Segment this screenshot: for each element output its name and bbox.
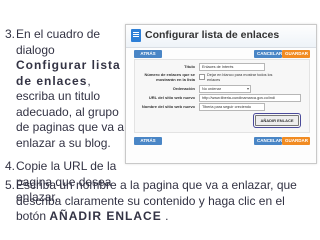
top-cancel-button[interactable]: CANCELAR [254,50,282,58]
step-3-body: En el cuadro de dialogo Configurar lista… [16,27,125,151]
url-label: URL del sitio web nuevo [148,95,195,100]
dialog-header: Configurar lista de enlaces [126,25,316,48]
top-back-button[interactable]: ATRÁS [134,50,162,58]
bottom-back-button[interactable]: ATRÁS [134,137,162,145]
dialog-title: Configurar lista de enlaces [145,29,280,41]
count-label: Número de enlaces que se mostrarán en la… [144,72,195,82]
step-5: 5. Escriba un nombre a la pagina que va … [5,178,305,225]
count-hint: Dejar en blanco para mostrar todos los e… [207,73,273,82]
title-input[interactable]: Enlaces de Interés [199,63,265,71]
step-3-text-before: En el cuadro de dialogo [16,27,101,57]
step-5-emphasis: AÑADIR ENLACE [49,209,162,223]
step-5-body: Escriba un nombre a la pagina que va a e… [16,178,305,225]
step-3-emphasis: Configurar lista de enlaces [16,58,121,88]
title-label: Título [184,64,195,69]
step-5-number: 5. [5,178,16,192]
step-3: 3. En el cuadro de dialogo Configurar li… [5,27,125,151]
dialog-footer: ATRÁS CANCELAR GUARDAR [126,133,316,153]
bottom-cancel-button[interactable]: CANCELAR [254,137,282,145]
url-input[interactable]: http://www.tiberia-cundinamarca.gov.co/i… [199,94,301,102]
order-select[interactable]: No ordenar [199,85,251,93]
count-checkbox[interactable] [199,74,205,80]
bottom-save-button[interactable]: GUARDAR [282,137,310,145]
name-label: Nombre del sitio web nuevo [141,104,195,109]
link-list-form: Título Enlaces de Interés Número de enla… [134,59,310,133]
top-save-button[interactable]: GUARDAR [282,50,310,58]
name-input[interactable]: Tiberia para seguir creciendo [199,103,265,111]
order-label: Ordenación [172,86,195,91]
step-5-text-after: . [165,209,169,223]
add-link-button[interactable]: AÑADIR ENLACE [253,113,301,128]
dialog-screenshot: Configurar lista de enlaces ATRÁS CANCEL… [125,24,317,164]
step-3-number: 3. [5,27,16,41]
document-icon [131,29,141,42]
